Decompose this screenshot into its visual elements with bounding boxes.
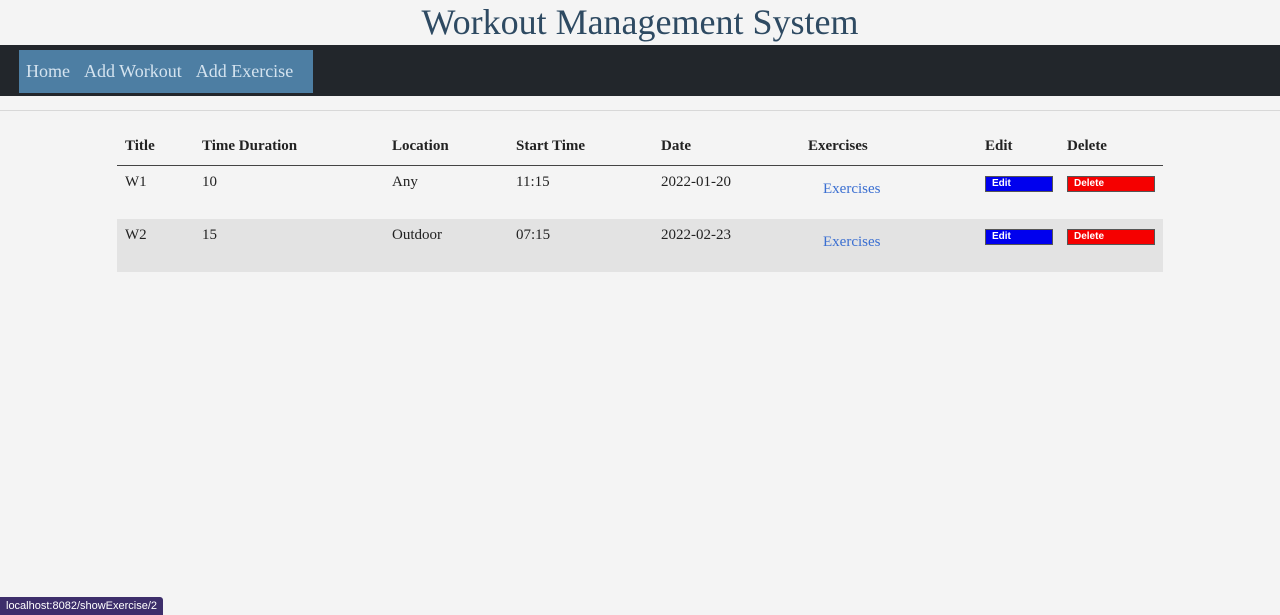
cell-duration: 15 <box>194 219 384 272</box>
table-header-row: Title Time Duration Location Start Time … <box>117 127 1163 166</box>
browser-status-bar: localhost:8082/showExercise/2 <box>0 597 164 615</box>
workout-table: Title Time Duration Location Start Time … <box>117 127 1163 272</box>
delete-button[interactable]: Delete <box>1067 176 1155 192</box>
header-date: Date <box>653 127 800 166</box>
header-edit: Edit <box>977 127 1059 166</box>
cell-edit: Edit <box>977 219 1059 272</box>
cell-delete: Delete <box>1059 166 1163 220</box>
cell-delete: Delete <box>1059 219 1163 272</box>
page: Workout Management System Home Add Worko… <box>0 0 1280 615</box>
table-row: W1 10 Any 11:15 2022-01-20 Exercises Edi… <box>117 166 1163 220</box>
exercises-link[interactable]: Exercises <box>823 234 880 251</box>
header-location: Location <box>384 127 508 166</box>
table-row: W2 15 Outdoor 07:15 2022-02-23 Exercises… <box>117 219 1163 272</box>
edit-button[interactable]: Edit <box>985 176 1053 192</box>
cell-date: 2022-02-23 <box>653 219 800 272</box>
cell-edit: Edit <box>977 166 1059 220</box>
navbar: Home Add Workout Add Exercise <box>0 45 1280 96</box>
cell-title: W2 <box>117 219 194 272</box>
header-delete: Delete <box>1059 127 1163 166</box>
nav-group: Home Add Workout Add Exercise <box>19 50 313 93</box>
site-title: Workout Management System <box>421 2 859 42</box>
nav-add-workout-link[interactable]: Add Workout <box>77 61 189 82</box>
nav-home-link[interactable]: Home <box>19 61 77 82</box>
cell-location: Any <box>392 174 418 190</box>
header-title: Title <box>117 127 194 166</box>
cell-start-time: 07:15 <box>508 219 653 272</box>
cell-location: Outdoor <box>384 219 508 272</box>
exercises-link[interactable]: Exercises <box>823 181 880 198</box>
cell-exercises: Exercises <box>800 166 977 220</box>
header-exercises: Exercises <box>800 127 977 166</box>
delete-button[interactable]: Delete <box>1067 229 1155 245</box>
header-start-time: Start Time <box>508 127 653 166</box>
cell-exercises: Exercises <box>800 219 977 272</box>
cell-date: 2022-01-20 <box>661 174 731 190</box>
cell-start-time: 11:15 <box>516 174 550 190</box>
cell-title: W1 <box>125 174 147 190</box>
cell-duration: 10 <box>202 174 217 190</box>
nav-add-exercise-link[interactable]: Add Exercise <box>189 61 300 82</box>
edit-button[interactable]: Edit <box>985 229 1053 245</box>
workout-table-container: Title Time Duration Location Start Time … <box>117 127 1163 272</box>
header-time-duration: Time Duration <box>194 127 384 166</box>
header-divider <box>0 110 1280 111</box>
